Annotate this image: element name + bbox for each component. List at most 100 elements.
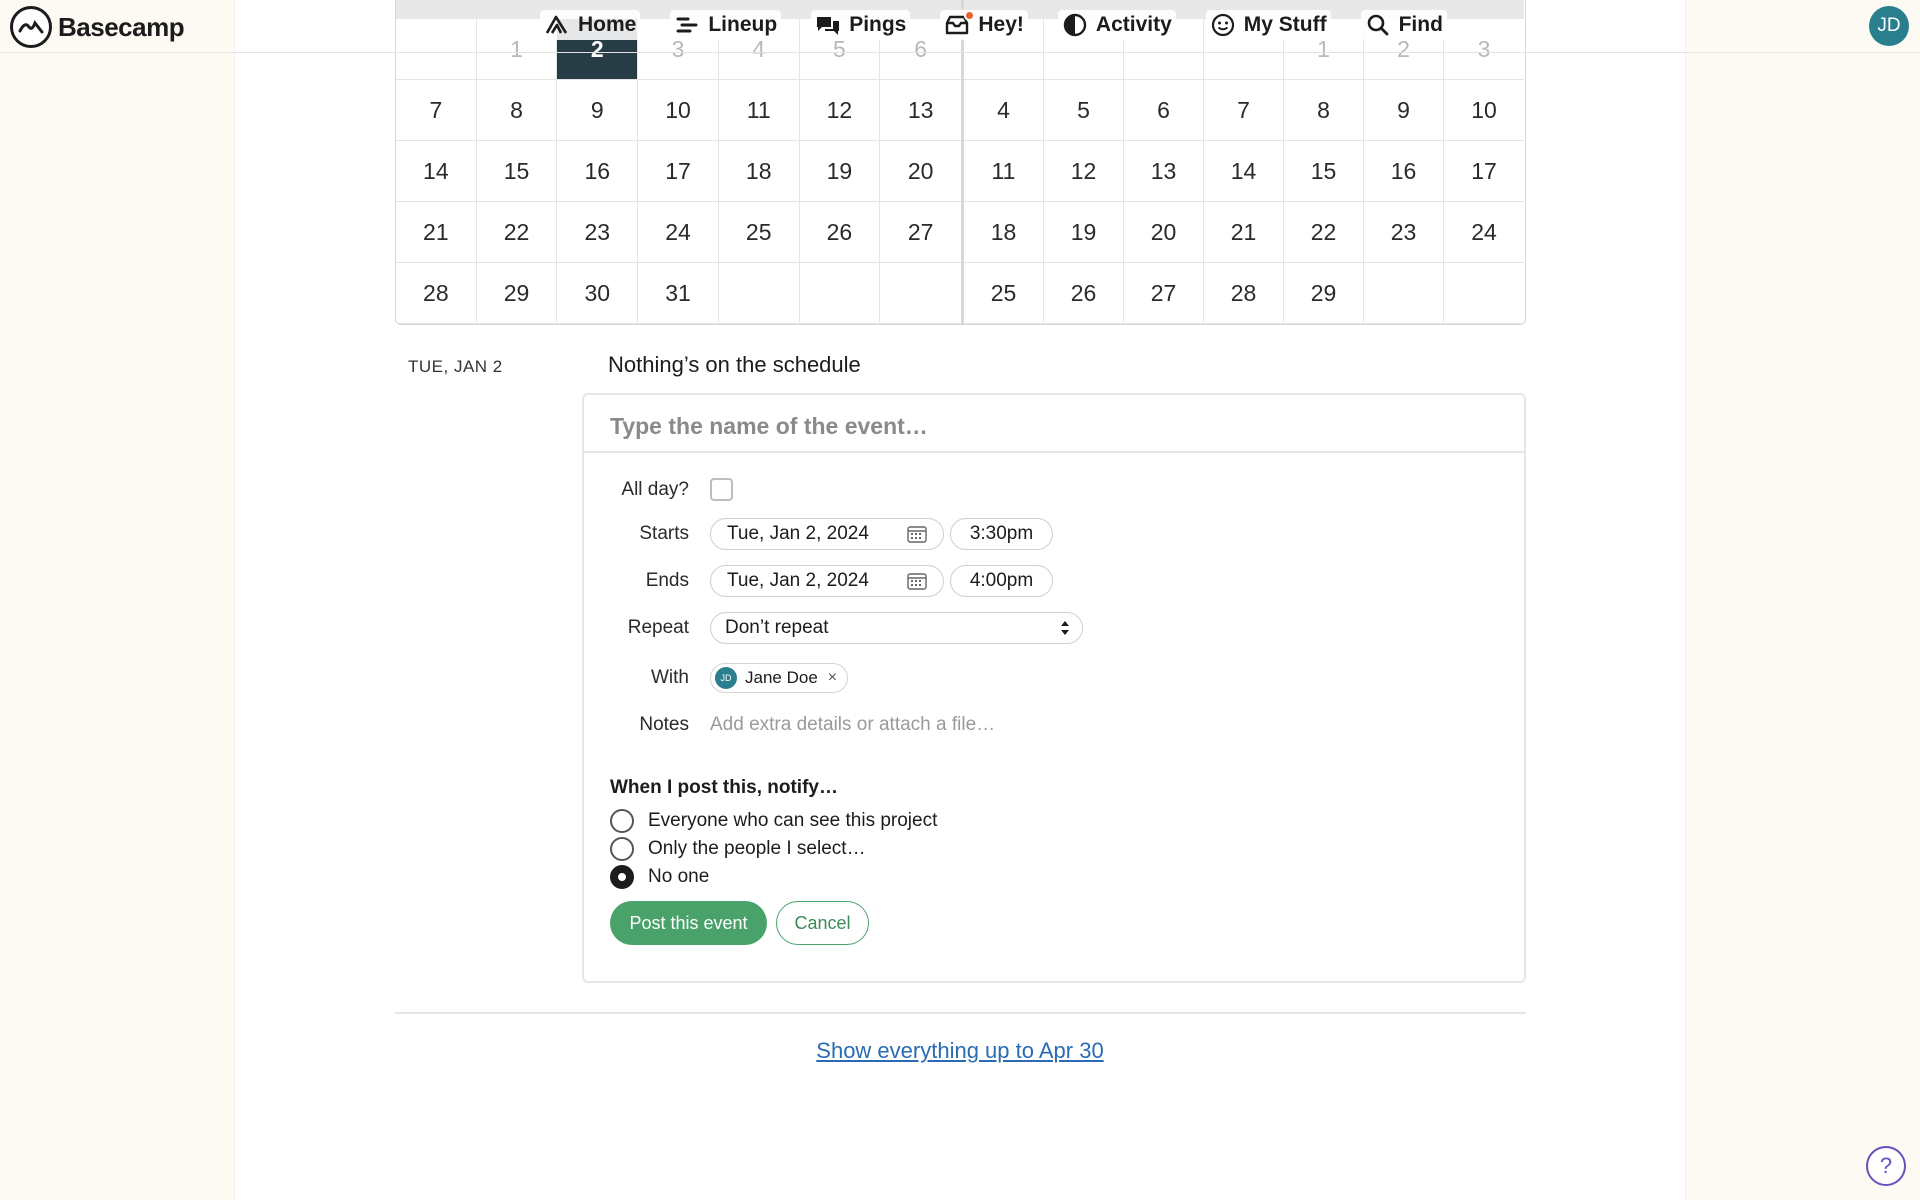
calendar-day[interactable]: 19 [1044,202,1124,263]
calendar-day[interactable]: 10 [638,80,719,141]
calendar-day[interactable]: 9 [557,80,639,141]
event-title-input[interactable] [610,413,1498,440]
notify-option-select[interactable]: Only the people I select… [610,837,866,861]
help-button[interactable]: ? [1866,1146,1906,1186]
repeat-select[interactable]: Don’t repeat [710,612,1083,644]
calendar-day[interactable]: 18 [964,202,1044,263]
nav-hey-label: Hey! [978,13,1024,36]
calendar-day[interactable]: 7 [396,80,477,141]
calendar-day[interactable]: 17 [1444,141,1524,202]
nav-find[interactable]: Find [1360,10,1447,40]
calendar-day[interactable]: 16 [557,141,639,202]
post-event-button[interactable]: Post this event [610,901,767,945]
calendar-day[interactable]: 15 [476,141,558,202]
cancel-button[interactable]: Cancel [776,901,869,945]
empty-schedule-text: Nothing’s on the schedule [608,352,861,377]
calendar-day[interactable]: 24 [638,202,719,263]
nav-mystuff-label: My Stuff [1243,13,1327,36]
show-more-link[interactable]: Show everything up to Apr 30 [0,1038,1920,1064]
ends-label: Ends [645,570,689,591]
user-avatar[interactable]: JD [1869,6,1909,46]
notify-option-everyone[interactable]: Everyone who can see this project [610,809,937,833]
divider [395,1012,1526,1014]
ends-time-picker[interactable]: 4:00pm [950,565,1053,597]
person-chip[interactable]: JD Jane Doe × [710,663,849,693]
calendar-day[interactable]: 23 [557,202,639,263]
calendar-day[interactable]: 28 [396,263,477,324]
selected-date-label: TUE, JAN 2 [408,357,503,376]
calendar-day[interactable]: 22 [476,202,558,263]
calendar-day[interactable]: 30 [557,263,639,324]
calendar-day[interactable]: 6 [1124,80,1204,141]
calendar-day[interactable]: 10 [1444,80,1524,141]
calendar-day[interactable]: 14 [1204,141,1284,202]
remove-person-icon[interactable]: × [828,669,837,687]
calendar-day[interactable]: 4 [964,80,1044,141]
notes-input[interactable]: Add extra details or attach a file… [710,714,995,736]
calendar-day[interactable]: 16 [1364,141,1444,202]
starts-date-picker[interactable]: Tue, Jan 2, 2024 [710,518,944,550]
calendar-day[interactable]: 17 [638,141,719,202]
ends-date-picker[interactable]: Tue, Jan 2, 2024 [710,565,944,597]
show-more-label[interactable]: Show everything up to Apr 30 [816,1038,1103,1063]
radio-button[interactable] [610,809,634,833]
calendar-day[interactable]: 19 [799,141,881,202]
starts-label: Starts [639,523,689,544]
event-title-row [584,395,1524,453]
notify-option-label: Everyone who can see this project [648,810,938,831]
calendar-day[interactable]: 26 [799,202,881,263]
calendar-day[interactable]: 27 [880,202,961,263]
calendar-day[interactable]: 13 [880,80,961,141]
calendar-day[interactable]: 29 [476,263,558,324]
activity-icon [1063,13,1087,37]
nav-mystuff[interactable]: My Stuff [1205,10,1331,40]
calendar-day[interactable]: 21 [1204,202,1284,263]
calendar-day[interactable]: 12 [799,80,881,141]
select-arrows-icon [1061,621,1069,635]
home-icon [545,15,568,34]
calendar-day[interactable]: 18 [718,141,800,202]
nav-activity[interactable]: Activity [1057,10,1176,40]
nav-pings-label: Pings [849,13,907,36]
radio-button[interactable] [610,837,634,861]
allday-checkbox[interactable] [710,478,733,501]
calendar-day[interactable]: 8 [476,80,558,141]
calendar-day[interactable]: 20 [880,141,961,202]
calendar-day[interactable]: 26 [1044,263,1124,324]
calendar-day[interactable]: 9 [1364,80,1444,141]
calendar-day[interactable]: 24 [1444,202,1524,263]
calendar-day[interactable]: 29 [1284,263,1364,324]
calendar-day[interactable]: 7 [1204,80,1284,141]
notify-heading: When I post this, notify… [610,777,838,798]
calendar-day[interactable]: 14 [396,141,477,202]
ends-row: Ends Tue, Jan 2, 2024 4:00pm [584,565,1053,597]
calendar-day[interactable]: 27 [1124,263,1204,324]
starts-time-picker[interactable]: 3:30pm [950,518,1053,550]
calendar-day[interactable]: 23 [1364,202,1444,263]
smiley-icon [1211,13,1234,37]
calendar-day[interactable]: 12 [1044,141,1124,202]
calendar-day[interactable]: 21 [396,202,477,263]
basecamp-logo[interactable]: Basecamp [10,6,185,48]
calendar-day[interactable]: 25 [718,202,800,263]
calendar-day[interactable]: 31 [638,263,719,324]
calendar-day[interactable]: 5 [1044,80,1124,141]
calendar-days: 1 2 3 4 5 6 7 8 9 10 11 12 13 14 15 16 17 18 19 20 21 22 23 24 2… [964,19,1524,324]
calendar-day[interactable]: 8 [1284,80,1364,141]
calendar-empty-cell [1444,263,1524,324]
lineup-icon [676,17,698,33]
calendar-day[interactable]: 11 [718,80,800,141]
calendar-day[interactable]: 28 [1204,263,1284,324]
nav-hey[interactable]: Hey! [940,10,1028,40]
notify-option-none[interactable]: No one [610,865,709,889]
calendar-day[interactable]: 11 [964,141,1044,202]
nav-pings[interactable]: Pings [811,10,911,40]
nav-home[interactable]: Home [540,10,641,40]
calendar-day[interactable]: 22 [1284,202,1364,263]
calendar-day[interactable]: 15 [1284,141,1364,202]
calendar-day[interactable]: 20 [1124,202,1204,263]
radio-button-selected[interactable] [610,865,634,889]
calendar-day[interactable]: 25 [964,263,1044,324]
nav-lineup[interactable]: Lineup [670,10,782,40]
calendar-day[interactable]: 13 [1124,141,1204,202]
